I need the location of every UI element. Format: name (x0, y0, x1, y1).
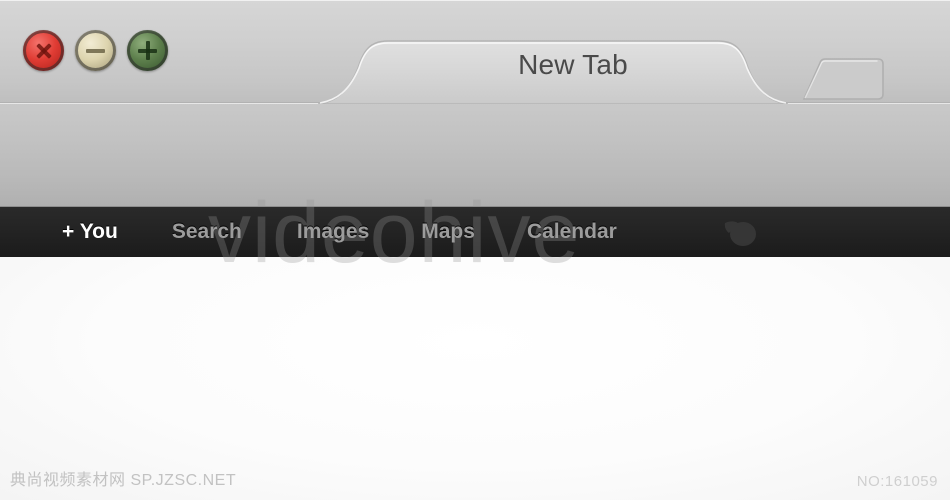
new-tab-button[interactable] (790, 57, 886, 101)
nav-item-maps[interactable]: Maps (421, 220, 475, 244)
nav-item-images[interactable]: Images (297, 220, 369, 244)
nav-items: + You Search Images Maps Calendar (0, 207, 617, 257)
window-controls (23, 30, 168, 71)
close-x-icon (34, 41, 54, 61)
nav-item-search[interactable]: Search (172, 220, 242, 244)
close-button[interactable] (23, 30, 64, 71)
browser-toolbar: www.graphicriver.n (0, 103, 950, 293)
site-navigation-bar: + You Search Images Maps Calendar (0, 207, 950, 257)
tab-new-tab[interactable]: New Tab (318, 38, 788, 104)
maximize-button[interactable] (127, 30, 168, 71)
page-content-area (0, 257, 950, 500)
title-bar: New Tab (0, 0, 950, 104)
tab-title: New Tab (518, 49, 628, 80)
nav-item-plus-you[interactable]: + You (62, 220, 118, 244)
nav-item-calendar[interactable]: Calendar (527, 220, 617, 244)
footer-item-number: NO:161059 (856, 473, 938, 490)
browser-window: New Tab + You Search Images Maps Calenda… (0, 0, 950, 500)
minimize-button[interactable] (75, 30, 116, 71)
minus-icon (86, 48, 105, 53)
footer-site-credit: 典尚视频素材网 SP.JZSC.NET (10, 472, 237, 489)
more-apps-icon[interactable] (721, 217, 765, 249)
plus-icon (138, 41, 158, 61)
new-tab-icon (802, 58, 884, 100)
